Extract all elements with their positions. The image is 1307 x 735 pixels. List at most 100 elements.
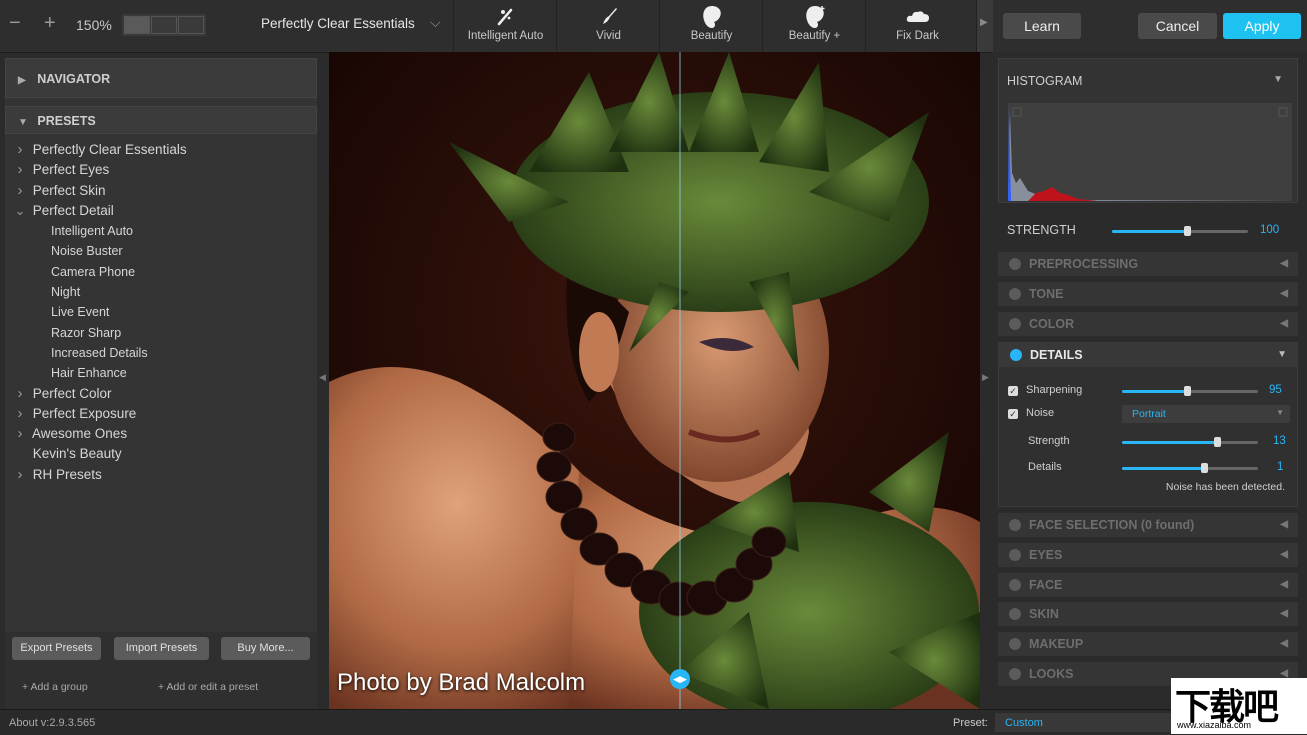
- section-face-selection[interactable]: FACE SELECTION (0 found) ◀: [998, 513, 1298, 537]
- split-handle[interactable]: ◀▶: [670, 669, 690, 689]
- preset-tree-item[interactable]: Live Event: [11, 302, 311, 322]
- preset-tree-item[interactable]: Night: [11, 282, 311, 302]
- slider-knob[interactable]: [1200, 463, 1208, 473]
- preset-tree-item[interactable]: Hair Enhance: [11, 363, 311, 383]
- section-color[interactable]: COLOR ◀: [998, 312, 1298, 336]
- navigator-header[interactable]: ▶ NAVIGATOR: [5, 58, 317, 98]
- preset-tree-label: Kevin's Beauty: [32, 446, 122, 462]
- slider-knob[interactable]: [1184, 386, 1192, 396]
- chevron-right-icon[interactable]: ›: [11, 465, 29, 485]
- noise-details-slider[interactable]: [1122, 463, 1258, 473]
- chevron-down-icon[interactable]: ⌄: [11, 201, 29, 221]
- preset-tree-item[interactable]: Intelligent Auto: [11, 221, 311, 241]
- preset-tree-item[interactable]: › RH Presets: [11, 465, 311, 485]
- preset-tree-item[interactable]: Camera Phone: [11, 262, 311, 282]
- chevron-right-icon[interactable]: ›: [11, 404, 29, 424]
- preset-tree-item[interactable]: › Perfectly Clear Essentials: [11, 140, 311, 160]
- add-group-link[interactable]: + Add a group: [22, 681, 88, 693]
- wand-icon: [454, 4, 557, 28]
- preset-intelligent-auto-button[interactable]: Intelligent Auto: [453, 0, 557, 52]
- noise-strength-label: Strength: [1028, 435, 1070, 447]
- strength-label: STRENGTH: [1007, 223, 1076, 237]
- import-presets-button[interactable]: Import Presets: [114, 637, 209, 660]
- toggle-dot[interactable]: [1009, 519, 1021, 531]
- preset-label: Beautify +: [788, 30, 841, 42]
- preset-fix-dark-button[interactable]: Fix Dark: [865, 0, 969, 52]
- preset-status-select[interactable]: Custom: [995, 713, 1175, 732]
- buy-more-button[interactable]: Buy More...: [221, 637, 310, 660]
- preset-tree-label: Perfect Color: [32, 385, 112, 401]
- presets-scroll-right[interactable]: ▶: [976, 0, 993, 52]
- section-label: LOOKS: [1029, 667, 1074, 681]
- noise-mode-select[interactable]: Portrait ▼: [1122, 405, 1290, 423]
- preset-tree-item[interactable]: › Perfect Eyes: [11, 160, 311, 180]
- section-makeup[interactable]: MAKEUP ◀: [998, 632, 1298, 656]
- single-view-button[interactable]: [124, 16, 150, 34]
- section-face[interactable]: FACE ◀: [998, 573, 1298, 597]
- collapse-down-icon[interactable]: ▼: [1273, 74, 1283, 85]
- toggle-dot[interactable]: [1009, 668, 1021, 680]
- learn-button[interactable]: Learn: [1003, 13, 1081, 39]
- photo-canvas[interactable]: ◀▶ Photo by Brad Malcolm: [329, 52, 980, 709]
- presets-header[interactable]: ▼ PRESETS: [5, 106, 317, 134]
- sharpening-label: Sharpening: [1026, 384, 1083, 396]
- zoom-out-icon[interactable]: −: [9, 12, 21, 35]
- zoom-level: 150%: [76, 17, 112, 33]
- noise-checkbox[interactable]: ✓: [1008, 409, 1018, 419]
- strength-slider[interactable]: [1112, 226, 1248, 236]
- expand-left-icon: ◀: [1280, 519, 1288, 530]
- preset-tree-item[interactable]: › Perfect Skin: [11, 181, 311, 201]
- slider-knob[interactable]: [1183, 226, 1191, 236]
- preset-beautify-plus-button[interactable]: Beautify +: [762, 0, 866, 52]
- preset-group-name[interactable]: Perfectly Clear Essentials: [261, 16, 415, 31]
- toggle-dot[interactable]: [1009, 318, 1021, 330]
- preset-tree-item[interactable]: Kevin's Beauty: [11, 444, 311, 464]
- chevron-right-icon[interactable]: ›: [11, 424, 29, 444]
- collapse-left-panel-icon[interactable]: ◀: [319, 372, 326, 383]
- chevron-down-icon[interactable]: ⌵: [430, 14, 441, 31]
- preset-tree-item[interactable]: Noise Buster: [11, 241, 311, 261]
- split-view-button[interactable]: [151, 16, 177, 34]
- preset-tree-item[interactable]: › Awesome Ones: [11, 424, 311, 444]
- noise-strength-slider[interactable]: [1122, 437, 1258, 447]
- sharpening-slider[interactable]: [1122, 386, 1258, 396]
- sharpening-value: 95: [1269, 384, 1282, 396]
- cancel-button[interactable]: Cancel: [1138, 13, 1217, 39]
- preset-vivid-button[interactable]: Vivid: [556, 0, 660, 52]
- chevron-right-icon[interactable]: ›: [11, 181, 29, 201]
- sharpening-checkbox[interactable]: ✓: [1008, 386, 1018, 396]
- section-label: FACE SELECTION (0 found): [1029, 518, 1195, 532]
- preset-tree-item[interactable]: › Perfect Exposure: [11, 404, 311, 424]
- toggle-dot[interactable]: [1009, 579, 1021, 591]
- preset-tree-item[interactable]: › Perfect Color: [11, 384, 311, 404]
- collapse-right-panel-icon[interactable]: ▶: [982, 372, 989, 383]
- chevron-right-icon[interactable]: ›: [11, 160, 29, 180]
- section-eyes[interactable]: EYES ◀: [998, 543, 1298, 567]
- section-preprocessing[interactable]: PREPROCESSING ◀: [998, 252, 1298, 276]
- right-panel: HISTOGRAM ▼ STRENGTH 100 PREPROCESSING ◀ …: [992, 52, 1307, 709]
- about-link[interactable]: About v:2.9.3.565: [9, 717, 95, 729]
- apply-button[interactable]: Apply: [1223, 13, 1301, 39]
- preset-tree-item[interactable]: ⌄ Perfect Detail: [11, 201, 311, 221]
- slider-knob[interactable]: [1214, 437, 1222, 447]
- toggle-dot[interactable]: [1009, 608, 1021, 620]
- toggle-dot[interactable]: [1009, 549, 1021, 561]
- add-preset-link[interactable]: + Add or edit a preset: [158, 681, 258, 693]
- chevron-right-icon[interactable]: ›: [11, 384, 29, 404]
- export-presets-button[interactable]: Export Presets: [12, 637, 101, 660]
- toggle-dot[interactable]: [1009, 288, 1021, 300]
- face-icon: [660, 4, 763, 28]
- preset-tree-item[interactable]: Razor Sharp: [11, 323, 311, 343]
- section-tone[interactable]: TONE ◀: [998, 282, 1298, 306]
- toggle-dot[interactable]: [1010, 349, 1022, 361]
- section-details-header[interactable]: DETAILS ▼: [999, 343, 1297, 367]
- toggle-dot[interactable]: [1009, 638, 1021, 650]
- preset-tree-item[interactable]: Increased Details: [11, 343, 311, 363]
- preset-beautify-button[interactable]: Beautify: [659, 0, 763, 52]
- side-by-side-view-button[interactable]: [178, 16, 204, 34]
- chevron-right-icon[interactable]: ›: [11, 140, 29, 160]
- toggle-dot[interactable]: [1009, 258, 1021, 270]
- section-skin[interactable]: SKIN ◀: [998, 602, 1298, 626]
- zoom-in-icon[interactable]: +: [44, 12, 56, 35]
- section-label: TONE: [1029, 287, 1064, 301]
